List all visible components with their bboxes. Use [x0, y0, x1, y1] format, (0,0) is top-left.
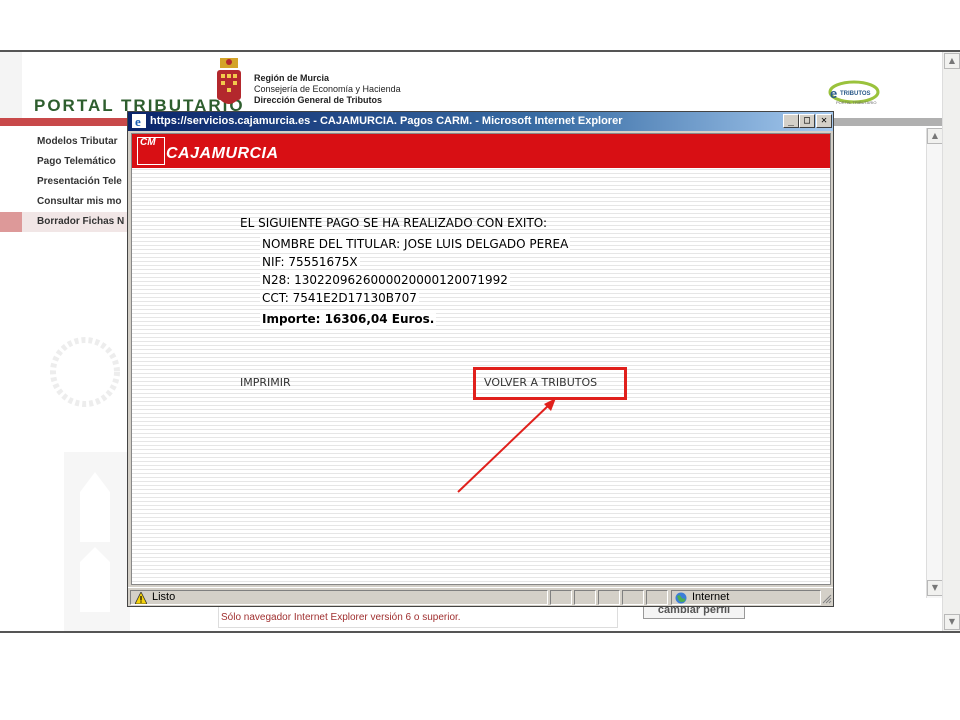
scroll-down-icon[interactable]: ▼ [927, 580, 943, 596]
side-menu-item-pago[interactable]: Pago Telemático [0, 152, 130, 172]
svg-text:PORTAL TRIBUTARIO: PORTAL TRIBUTARIO [836, 100, 876, 105]
zone-text: Internet [692, 591, 730, 603]
status-cell [646, 590, 668, 605]
nif-value: NIF: 75551675X [260, 255, 360, 269]
murcia-crest-icon [217, 58, 241, 104]
cajamurcia-banner: CM CAJAMURCIA [132, 134, 830, 168]
importe-value: Importe: 16306,04 Euros. [260, 312, 437, 326]
n28-value: N28: 1302209626000020000120071992 [260, 273, 510, 287]
brand-small: CM [140, 137, 156, 148]
crest-watermark-icon [50, 337, 130, 631]
svg-text:TRIBUTOS: TRIBUTOS [840, 91, 871, 97]
imprimir-link[interactable]: IMPRIMIR [240, 376, 291, 389]
side-menu: Modelos Tributar Pago Telemático Present… [0, 132, 130, 232]
close-button[interactable]: ✕ [816, 114, 832, 128]
volver-a-tributos-link[interactable]: VOLVER A TRIBUTOS [484, 376, 597, 389]
scroll-down-icon[interactable]: ▼ [944, 614, 960, 630]
portal-header: PORTAL TRIBUTARIO Región de Murcia Conse… [0, 52, 942, 118]
status-cell [574, 590, 596, 605]
region-line: Región de Murcia [254, 73, 330, 83]
scroll-up-icon[interactable]: ▲ [944, 53, 960, 69]
screen: PORTAL TRIBUTARIO Región de Murcia Conse… [0, 0, 960, 720]
header-decoration [0, 52, 22, 118]
browser-note: Sólo navegador Internet Explorer versión… [221, 612, 461, 623]
inner-scrollbar[interactable]: ▲ ▼ [926, 128, 943, 598]
cct-value: CCT: 7541E2D17130B707 [260, 291, 419, 305]
ie-popup-window: e https://servicios.cajamurcia.es - CAJA… [127, 111, 834, 607]
globe-icon [675, 592, 687, 604]
status-bar: Listo Internet [128, 587, 833, 606]
titular-value: NOMBRE DEL TITULAR: JOSE LUIS DELGADO PE… [260, 237, 571, 251]
side-menu-item-consultar[interactable]: Consultar mis mo [0, 192, 130, 212]
status-cell [550, 590, 572, 605]
status-text: Listo [152, 591, 176, 603]
etributos-logo-icon: e TRIBUTOS PORTAL TRIBUTARIO [828, 80, 880, 105]
status-cell [622, 590, 644, 605]
svg-text:e: e [830, 86, 837, 101]
region-line: Dirección General de Tributos [254, 95, 383, 105]
warning-icon [135, 592, 147, 604]
svg-text:e: e [135, 114, 141, 128]
page-content: CM CAJAMURCIA EL SIGUIENTE PAGO SE HA RE… [131, 133, 831, 585]
resize-grip-icon[interactable] [822, 594, 832, 604]
maximize-button[interactable]: □ [799, 114, 815, 128]
ie-icon: e [132, 114, 146, 128]
minimize-button[interactable]: _ [783, 114, 799, 128]
success-title: EL SIGUIENTE PAGO SE HA REALIZADO CON EX… [240, 216, 548, 230]
portal-title-prefix: PORTAL [34, 96, 122, 115]
window-titlebar[interactable]: e https://servicios.cajamurcia.es - CAJA… [128, 112, 833, 131]
status-panel: Listo [130, 590, 548, 605]
status-cell [598, 590, 620, 605]
side-menu-item-modelos[interactable]: Modelos Tributar [0, 132, 130, 152]
window-title: https://servicios.cajamurcia.es - CAJAMU… [150, 115, 623, 127]
outer-scrollbar[interactable]: ▲ ▼ [942, 52, 960, 631]
side-menu-item-presentacion[interactable]: Presentación Tele [0, 172, 130, 192]
security-zone: Internet [671, 590, 821, 605]
scroll-up-icon[interactable]: ▲ [927, 128, 943, 144]
brand-name: CAJAMURCIA [166, 145, 279, 162]
region-line: Consejería de Economía y Hacienda [254, 84, 401, 94]
region-text: Región de Murcia Consejería de Economía … [254, 73, 401, 106]
annotation-arrow-icon [457, 398, 556, 493]
side-menu-item-borrador[interactable]: Borrador Fichas N [0, 212, 130, 232]
portal-graybar [832, 118, 942, 126]
